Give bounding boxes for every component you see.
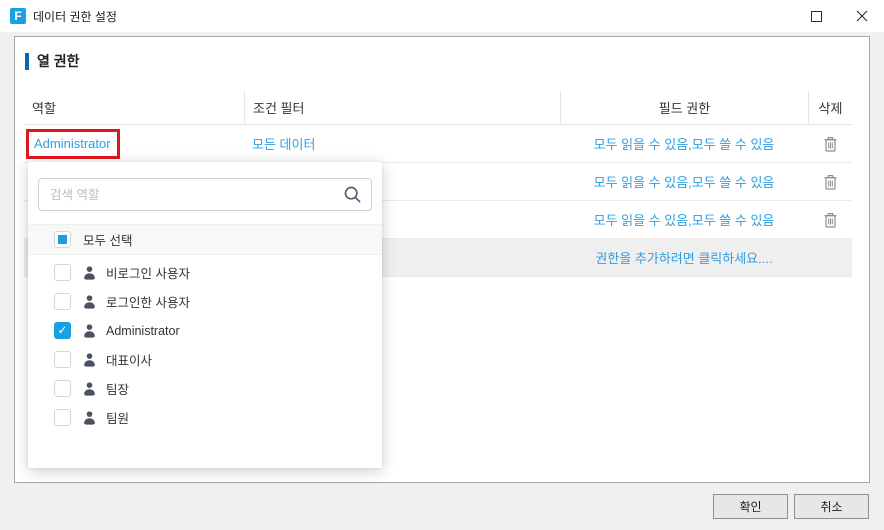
role-label: 로그인한 사용자: [106, 292, 190, 311]
role-list-item[interactable]: 로그인한 사용자: [28, 287, 382, 316]
role-list-item[interactable]: 대표이사: [28, 345, 382, 374]
role-label: 비로그인 사용자: [106, 263, 190, 282]
select-all-label: 모두 선택: [83, 230, 132, 249]
role-select-popup: 모두 선택 비로그인 사용자 로그인한 사용자 Administrator: [28, 162, 382, 468]
select-all-item[interactable]: 모두 선택: [28, 224, 382, 255]
role-list: 비로그인 사용자 로그인한 사용자 Administrator 대표이사: [28, 258, 382, 432]
trash-icon: [823, 136, 838, 152]
role-checkbox[interactable]: [54, 351, 71, 368]
role-checkbox[interactable]: [54, 380, 71, 397]
role-list-item[interactable]: 비로그인 사용자: [28, 258, 382, 287]
close-icon: [856, 10, 868, 22]
search-field-wrap: [38, 178, 372, 211]
person-icon: [82, 410, 97, 425]
section-title: 열 권한: [37, 51, 80, 71]
delete-row-button[interactable]: [819, 133, 841, 155]
delete-row-button[interactable]: [819, 209, 841, 231]
section-accent-bar: [25, 53, 29, 70]
ok-button[interactable]: 확인: [713, 494, 788, 519]
dialog-titlebar: F 데이터 권한 설정: [0, 0, 884, 32]
select-all-checkbox[interactable]: [54, 231, 71, 248]
role-label: 팀원: [106, 408, 129, 427]
person-icon: [82, 265, 97, 280]
close-button[interactable]: [839, 0, 884, 32]
role-checkbox[interactable]: [54, 293, 71, 310]
column-header-field-permission: 필드 권한: [560, 91, 808, 124]
filter-link[interactable]: 모든 데이터: [252, 134, 315, 153]
person-icon: [82, 323, 97, 338]
role-list-item[interactable]: Administrator: [28, 316, 382, 345]
role-label: Administrator: [106, 324, 180, 338]
person-icon: [82, 381, 97, 396]
person-icon: [82, 352, 97, 367]
field-permission-link[interactable]: 모두 읽을 수 있음,모두 쓸 수 있음: [594, 172, 775, 191]
section-header: 열 권한: [25, 51, 869, 71]
window-controls: [794, 0, 884, 32]
field-permission-link[interactable]: 모두 읽을 수 있음,모두 쓸 수 있음: [594, 210, 775, 229]
role-list-item[interactable]: 팀원: [28, 403, 382, 432]
search-icon: [343, 185, 362, 209]
role-list-item[interactable]: 팀장: [28, 374, 382, 403]
role-link[interactable]: Administrator: [34, 136, 111, 151]
role-checkbox[interactable]: [54, 322, 71, 339]
role-checkbox[interactable]: [54, 409, 71, 426]
role-checkbox[interactable]: [54, 264, 71, 281]
dialog-title: 데이터 권한 설정: [33, 8, 117, 25]
trash-icon: [823, 174, 838, 190]
delete-row-button[interactable]: [819, 171, 841, 193]
table-row: Administrator 모든 데이터 모두 읽을 수 있음,모두 쓸 수 있…: [24, 125, 852, 163]
role-label: 대표이사: [106, 350, 152, 369]
add-permission-label: 권한을 추가하려면 클릭하세요....: [595, 248, 772, 267]
column-header-delete: 삭제: [808, 91, 852, 124]
search-input[interactable]: [38, 178, 372, 211]
field-permission-link[interactable]: 모두 읽을 수 있음,모두 쓸 수 있음: [594, 134, 775, 153]
role-highlight-box: Administrator: [26, 129, 120, 159]
column-header-filter: 조건 필터: [244, 91, 560, 124]
person-icon: [82, 294, 97, 309]
maximize-icon: [811, 11, 822, 22]
column-header-role: 역할: [24, 91, 244, 124]
app-icon: F: [10, 8, 26, 24]
maximize-button[interactable]: [794, 0, 839, 32]
cancel-button[interactable]: 취소: [794, 494, 869, 519]
trash-icon: [823, 212, 838, 228]
table-header-row: 역할 조건 필터 필드 권한 삭제: [24, 91, 852, 125]
role-label: 팀장: [106, 379, 129, 398]
